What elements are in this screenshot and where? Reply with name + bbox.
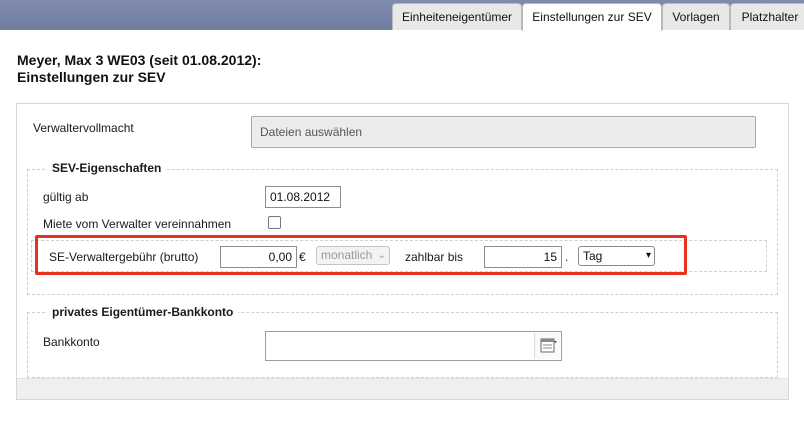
page-title: Meyer, Max 3 WE03 (seit 01.08.2012): Ein… bbox=[17, 52, 261, 86]
tab-einheiteneigentuemer[interactable]: Einheiteneigentümer bbox=[392, 3, 522, 30]
page-title-line2: Einstellungen zur SEV bbox=[17, 69, 166, 85]
list-picker-icon[interactable] bbox=[534, 333, 560, 359]
gueltig-ab-label: gültig ab bbox=[43, 190, 89, 204]
tab-vorlagen[interactable]: Vorlagen bbox=[662, 3, 730, 30]
bankkonto-input[interactable] bbox=[265, 331, 562, 361]
file-upload-button[interactable]: Dateien auswählen bbox=[251, 116, 756, 148]
miete-label: Miete vom Verwalter vereinnahmen bbox=[43, 217, 232, 231]
settings-form: Verwaltervollmacht Dateien auswählen SEV… bbox=[17, 104, 788, 379]
settings-panel: Verwaltervollmacht Dateien auswählen SEV… bbox=[16, 103, 789, 400]
sev-legend: SEV-Eigenschaften bbox=[47, 161, 167, 175]
highlight-box bbox=[35, 235, 687, 275]
bank-legend: privates Eigentümer-Bankkonto bbox=[47, 305, 239, 319]
tab-platzhalter[interactable]: Platzhalter bbox=[730, 3, 804, 30]
miete-checkbox[interactable] bbox=[268, 216, 281, 229]
gueltig-ab-input[interactable]: 01.08.2012 bbox=[265, 186, 341, 208]
sev-fieldset bbox=[27, 169, 778, 295]
page-title-line1: Meyer, Max 3 WE03 (seit 01.08.2012): bbox=[17, 52, 262, 68]
verwaltervollmacht-label: Verwaltervollmacht bbox=[33, 121, 134, 135]
tab-einstellungen-zur-sev[interactable]: Einstellungen zur SEV bbox=[522, 3, 662, 31]
tab-bar: Einheiteneigentümer Einstellungen zur SE… bbox=[0, 0, 804, 31]
bankkonto-label: Bankkonto bbox=[43, 335, 100, 349]
